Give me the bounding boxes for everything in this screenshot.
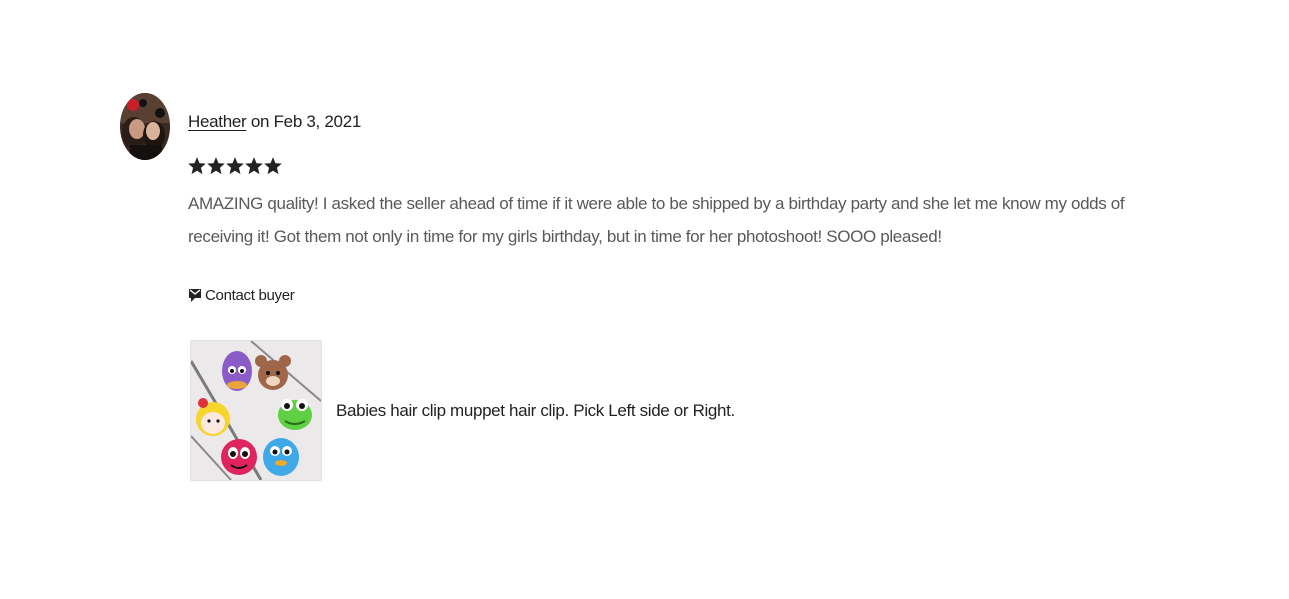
listing-link[interactable]: Babies hair clip muppet hair clip. Pick …: [190, 340, 735, 481]
star-icon: [207, 157, 225, 175]
reviewer-name-link[interactable]: Heather: [188, 112, 247, 131]
message-icon: [188, 288, 202, 304]
star-icon: [226, 157, 244, 175]
reviewer-avatar[interactable]: [120, 93, 170, 160]
star-icon: [264, 157, 282, 175]
listing-thumbnail[interactable]: [190, 340, 322, 481]
contact-buyer-label: Contact buyer: [205, 287, 295, 304]
star-icon: [245, 157, 263, 175]
review-text: AMAZING quality! I asked the seller ahea…: [188, 194, 1125, 246]
review-date-prefix: on: [250, 112, 270, 131]
star-rating: [188, 157, 282, 175]
contact-buyer-button[interactable]: Contact buyer: [188, 287, 295, 304]
star-icon: [188, 157, 206, 175]
listing-title[interactable]: Babies hair clip muppet hair clip. Pick …: [336, 401, 735, 421]
review-byline: Heather on Feb 3, 2021: [188, 112, 361, 132]
review-date: Feb 3, 2021: [273, 112, 362, 131]
